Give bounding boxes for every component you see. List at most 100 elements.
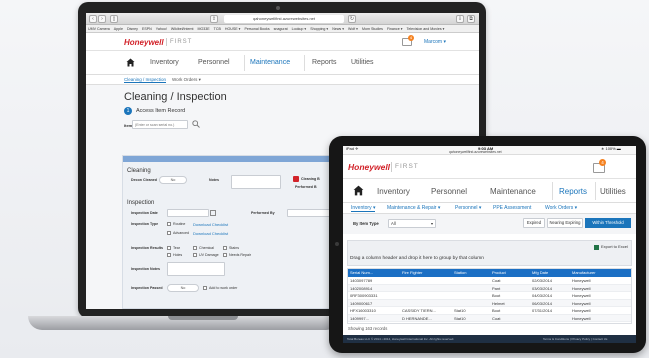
subtab-personnel[interactable]: Personnel ▾ [455,205,481,211]
table-row[interactable]: 1409997... D HERNANDE... Stat10 Coat Honeywe… [348,314,631,322]
bookmark-item[interactable]: Finance ▾ [387,25,403,32]
share-icon[interactable]: ⇪ [210,15,218,23]
add-work-order-checkbox[interactable] [203,286,207,290]
nav-tab-maintenance[interactable]: Maintenance [250,59,290,66]
bookmarks-bar: UMV Camera Apple Disney ESPN Yahoo! Wikibel/I… [86,25,479,33]
tablet-honeywell-logo[interactable]: Honeywell [348,162,390,172]
calendar-icon[interactable] [210,210,216,216]
tablet-nav-tab-maintenance[interactable]: Maintenance [490,187,536,196]
search-icon[interactable] [192,120,200,128]
holes-label: Holes [173,253,183,257]
export-excel-button[interactable]: Export to Excel [601,244,628,249]
nav-tab-inventory[interactable]: Inventory [150,59,179,66]
subtab-maintenance-repair[interactable]: Maintenance & Repair ▾ [387,205,440,211]
bookmark-item[interactable]: ESPN [142,25,152,32]
bookmark-item[interactable]: Shopping ▾ [310,25,328,32]
subtab-work-orders[interactable]: Work Orders ▾ [545,205,577,211]
tabs-icon[interactable]: ⧉ [467,15,475,23]
table-cell: Boot [492,308,501,313]
table-row[interactable]: HFX16003310 CASSIDY TIERN... Stat10 Boot 07/… [348,307,631,315]
inspection-date-input[interactable] [167,209,209,217]
subtab-inventory[interactable]: Inventory ▾ [351,205,376,212]
inspection-notes-input[interactable] [167,262,225,276]
grid-column-header[interactable]: Fire Fighter [400,269,452,277]
group-drop-zone[interactable]: Drag a column header and drop it here to… [347,240,632,266]
bookmark-item[interactable]: HOUSE ▾ [225,25,241,32]
grid-column-header[interactable]: Product [490,269,530,277]
within-threshold-button[interactable]: Within Threshold [585,218,631,228]
tablet-nav-tab-reports[interactable]: Reports [559,187,587,196]
cleaning-cert-label: Cleaning B [301,177,320,181]
download-checklist-advanced-link[interactable]: Download Checklist [193,231,228,236]
grid-column-header[interactable]: Station [452,269,490,277]
inspection-notes-label: Inspection Notes [131,267,160,271]
routine-checkbox[interactable] [167,222,171,226]
tablet-nav-divider [552,182,553,200]
tablet-nav-tab-personnel[interactable]: Personnel [431,187,467,196]
bookmark-item[interactable]: Apple [114,25,123,32]
stains-checkbox[interactable] [223,246,227,250]
downloads-icon[interactable]: ⇩ [456,15,464,23]
expired-button[interactable]: Expired [523,218,545,228]
bookmark-item[interactable]: Mom Studies [362,25,383,32]
nav-tab-personnel[interactable]: Personnel [198,59,230,66]
tablet-nav-tab-utilities[interactable]: Utilities [600,187,626,196]
tear-checkbox[interactable] [167,246,171,250]
table-row[interactable]: 1402008914 Pant 03/03/2014 Honeywell [348,284,631,292]
inspection-passed-toggle[interactable]: No [167,284,199,292]
grid-column-header[interactable]: Mfg Date [530,269,570,277]
bookmark-item[interactable]: snagurat [274,25,288,32]
bookmark-item[interactable]: Personal Books [244,25,269,32]
table-row[interactable]: 0RF300903331 Boot 04/03/2014 Honeywell [348,292,631,300]
subtab-ppe-assessment[interactable]: PPE Assessment [493,205,531,211]
uv-damage-checkbox[interactable] [193,253,197,257]
honeywell-logo[interactable]: Honeywell [124,38,164,47]
excel-icon[interactable] [594,245,599,250]
bookmark-item[interactable]: Wikibel/Intemt [171,25,194,32]
bookmark-item[interactable]: Lookup ▾ [292,25,307,32]
subtab-cleaning-inspection[interactable]: Cleaning / Inspection [124,77,167,83]
bookmark-item[interactable]: UMV Camera [88,25,110,32]
back-icon[interactable]: ‹ [89,15,97,23]
logo-divider [166,38,167,46]
step-badge: 1 [124,107,132,115]
item-type-select[interactable]: All ▾ [388,219,436,228]
table-cell: 03/03/2014 [532,285,553,291]
table-row[interactable]: 1403097789 Coat 02/03/2014 Honeywell [348,277,631,285]
nav-tab-utilities[interactable]: Utilities [351,59,374,66]
footer-links[interactable]: Terms & Conditions | Privacy Policy | Co… [543,335,607,343]
user-menu[interactable]: Marcom ▾ [424,39,446,45]
battery-indicator: ∗ 100% ▬ [601,146,621,151]
reload-icon[interactable]: ↻ [348,15,356,23]
holes-checkbox[interactable] [167,253,171,257]
pdf-icon[interactable] [293,176,299,182]
sub-nav: Cleaning / Inspection Work Orders ▾ [86,75,479,85]
tablet-home-icon[interactable] [353,185,364,196]
bookmark-item[interactable]: Yahoo! [156,25,167,32]
table-row[interactable]: 1409000617 Helmet 06/03/2014 Honeywell [348,299,631,307]
needs-repair-checkbox[interactable] [223,253,227,257]
nav-tab-reports[interactable]: Reports [312,59,337,66]
item-search-input[interactable] [132,120,188,129]
cleaning-notes-input[interactable] [231,175,281,189]
bookmark-item[interactable]: TCB [214,25,221,32]
chemical-checkbox[interactable] [193,246,197,250]
forward-icon[interactable]: › [98,15,106,23]
table-cell: 04/03/2014 [532,293,553,298]
home-icon[interactable] [126,58,135,67]
bookmark-item[interactable]: MO33E [197,25,209,32]
bookmark-item[interactable]: News ▾ [332,25,344,32]
tablet-nav-tab-inventory[interactable]: Inventory [377,187,410,196]
nearing-expiring-button[interactable]: Nearing Expiring [547,218,583,228]
bookmark-item[interactable]: Disney [127,25,138,32]
bookmark-item[interactable]: Wolf ▾ [348,25,358,32]
subtab-work-orders[interactable]: Work Orders ▾ [172,77,201,83]
download-checklist-link[interactable]: Download Checklist [193,222,228,227]
address-bar[interactable]: qahoneywellfirst.azurewebsites.net [224,15,344,23]
advanced-checkbox[interactable] [167,231,171,235]
sidebar-icon[interactable]: ▯ [110,15,118,23]
bookmark-item[interactable]: Television and Movies ▾ [407,25,445,32]
decon-toggle[interactable]: No [159,176,187,184]
grid-column-header[interactable]: Manufacturer [570,269,631,277]
grid-column-header[interactable]: Serial Num... [348,269,400,277]
